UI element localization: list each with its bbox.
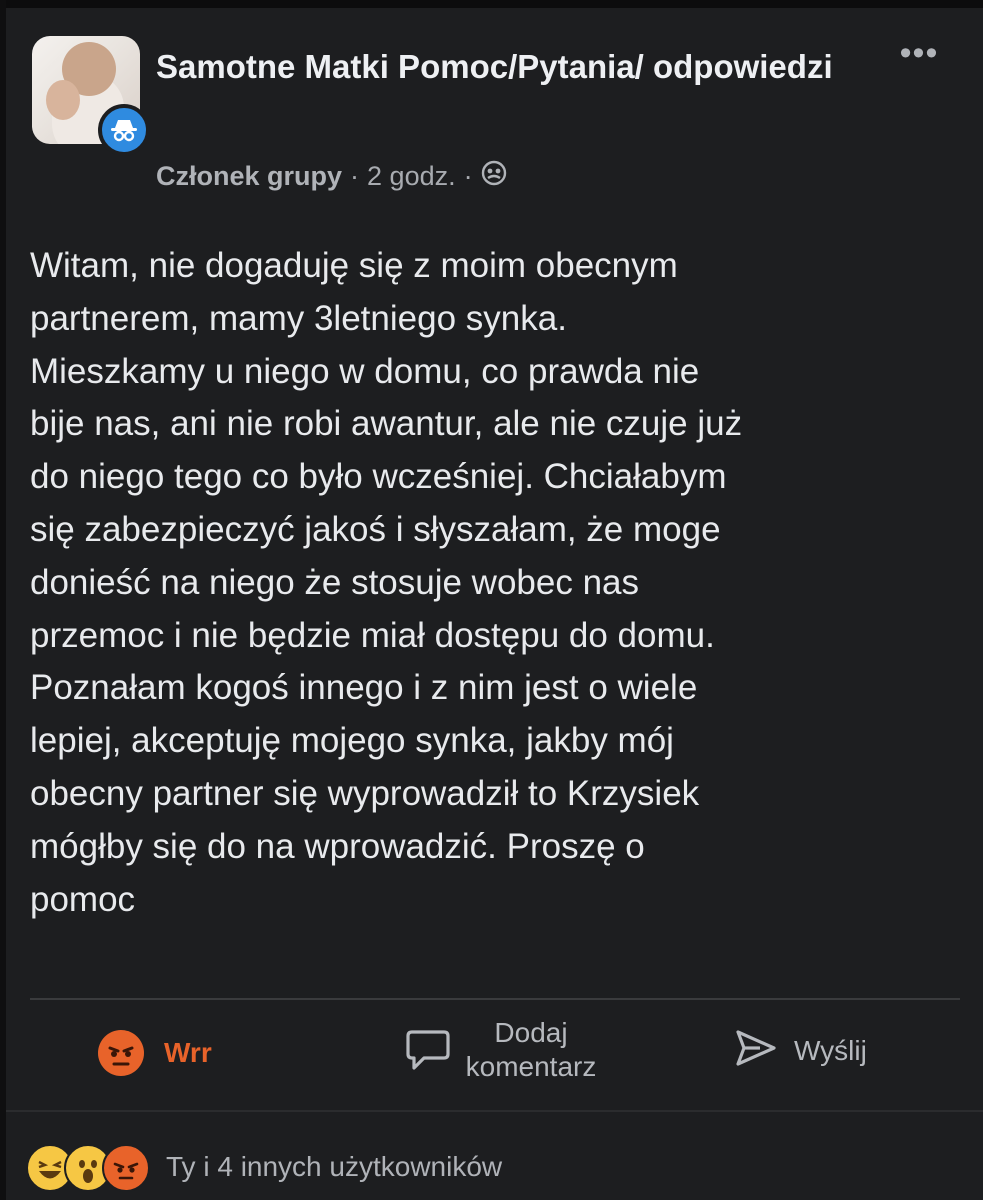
send-icon — [734, 1028, 778, 1073]
comment-icon — [404, 1022, 452, 1079]
anonymous-badge-icon — [98, 104, 150, 156]
angry-icon — [102, 1144, 150, 1192]
reactions-summary[interactable]: Ty i 4 innych użytkowników — [26, 1144, 503, 1192]
more-options-button[interactable]: ••• — [894, 34, 944, 72]
member-role: Członek grupy — [156, 161, 343, 191]
group-name-link[interactable]: Samotne Matki Pomoc/Pytania/ odpowiedzi — [156, 44, 856, 90]
group-avatar[interactable] — [32, 36, 150, 156]
meta-separator: · — [350, 161, 360, 191]
reactions-count-text: Ty i 4 innych użytkowników — [166, 1151, 503, 1182]
reaction-icons — [26, 1144, 156, 1192]
comment-label: Dodaj komentarz — [465, 1017, 597, 1082]
react-label: Wrr — [164, 1037, 212, 1068]
react-button[interactable]: Wrr — [98, 1030, 212, 1076]
angry-reaction-icon — [98, 1030, 144, 1076]
post-card: Samotne Matki Pomoc/Pytania/ odpowiedzi … — [6, 8, 983, 1200]
post-meta: Członek grupy · 2 godz. · — [156, 160, 507, 193]
send-button[interactable]: Wyślij — [734, 1028, 867, 1073]
screen-top-edge — [0, 0, 983, 8]
post-body: Witam, nie dogaduję się z moim obecnym p… — [30, 246, 743, 919]
divider — [30, 998, 960, 1000]
send-label: Wyślij — [794, 1034, 867, 1066]
divider — [6, 1110, 983, 1112]
post-time[interactable]: 2 godz. — [367, 161, 456, 192]
privacy-group-icon — [481, 160, 507, 193]
comment-button[interactable]: Dodaj komentarz — [404, 1016, 606, 1084]
meta-separator: · — [463, 161, 473, 191]
